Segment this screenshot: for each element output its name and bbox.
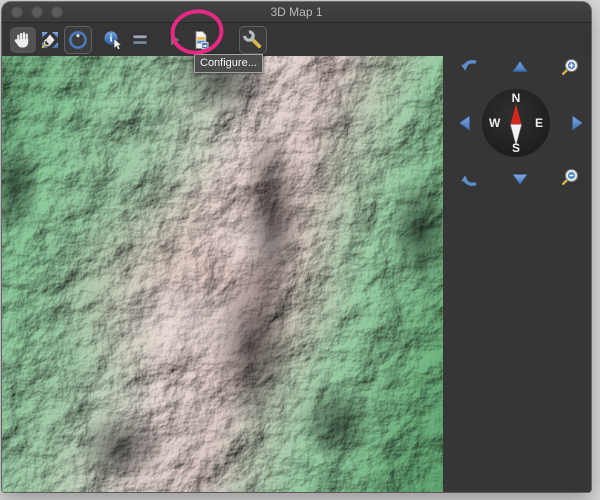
svg-text:i: i xyxy=(110,33,113,44)
arrow-up-icon xyxy=(512,60,528,72)
compass-west-label: W xyxy=(489,116,501,130)
configure-tool[interactable] xyxy=(239,25,267,54)
zoom-extents-tool[interactable] xyxy=(37,27,63,53)
info-tool[interactable]: i xyxy=(100,27,126,53)
play-icon xyxy=(171,34,180,45)
pan-tool[interactable] xyxy=(10,26,36,53)
content-area: N E S W xyxy=(2,56,591,492)
compass[interactable]: N E S W xyxy=(482,89,550,157)
zoom-in-button[interactable] xyxy=(559,56,583,80)
trackball-tool[interactable] xyxy=(64,25,92,54)
zoom-in-icon xyxy=(561,58,579,75)
hand-icon xyxy=(14,31,29,47)
navigation-panel: N E S W xyxy=(443,56,591,492)
zoom-out-icon xyxy=(561,168,579,185)
rotate-cw-button[interactable] xyxy=(458,166,482,190)
app-window: 3D Map 1 i N E S W Configure... xyxy=(2,2,591,492)
rotate-cw-icon xyxy=(461,175,477,186)
export-tool[interactable] xyxy=(188,27,214,53)
pan-right-button[interactable] xyxy=(564,111,588,135)
arrow-left-icon xyxy=(458,115,470,131)
compass-north-label: N xyxy=(511,91,521,105)
tooltip: Configure... xyxy=(194,54,263,73)
wrench-icon xyxy=(243,29,262,48)
tilt-up-button[interactable] xyxy=(508,56,532,80)
layer-bars-icon xyxy=(132,34,148,45)
titlebar: 3D Map 1 xyxy=(2,2,591,23)
compass-east-label: E xyxy=(534,116,543,130)
rotate-ccw-icon xyxy=(461,60,477,71)
pan-left-button[interactable] xyxy=(454,111,478,135)
section-tool[interactable] xyxy=(127,27,153,53)
play-button[interactable] xyxy=(161,27,187,53)
tilt-down-button[interactable] xyxy=(508,166,532,190)
document-export-icon xyxy=(195,30,209,49)
arrow-right-icon xyxy=(572,115,584,131)
rotate-ccw-button[interactable] xyxy=(458,56,482,80)
terrain-snow-highlight xyxy=(2,56,443,492)
arrow-down-icon xyxy=(512,174,528,186)
window-title: 3D Map 1 xyxy=(270,5,323,19)
toolbar: i xyxy=(2,23,591,56)
zoom-extents-icon xyxy=(41,31,58,48)
compass-south-label: S xyxy=(511,141,521,155)
trackball-icon xyxy=(69,30,87,49)
zoom-out-button[interactable] xyxy=(559,166,583,190)
map-3d-view[interactable] xyxy=(2,56,443,492)
info-cursor-icon: i xyxy=(104,30,122,50)
